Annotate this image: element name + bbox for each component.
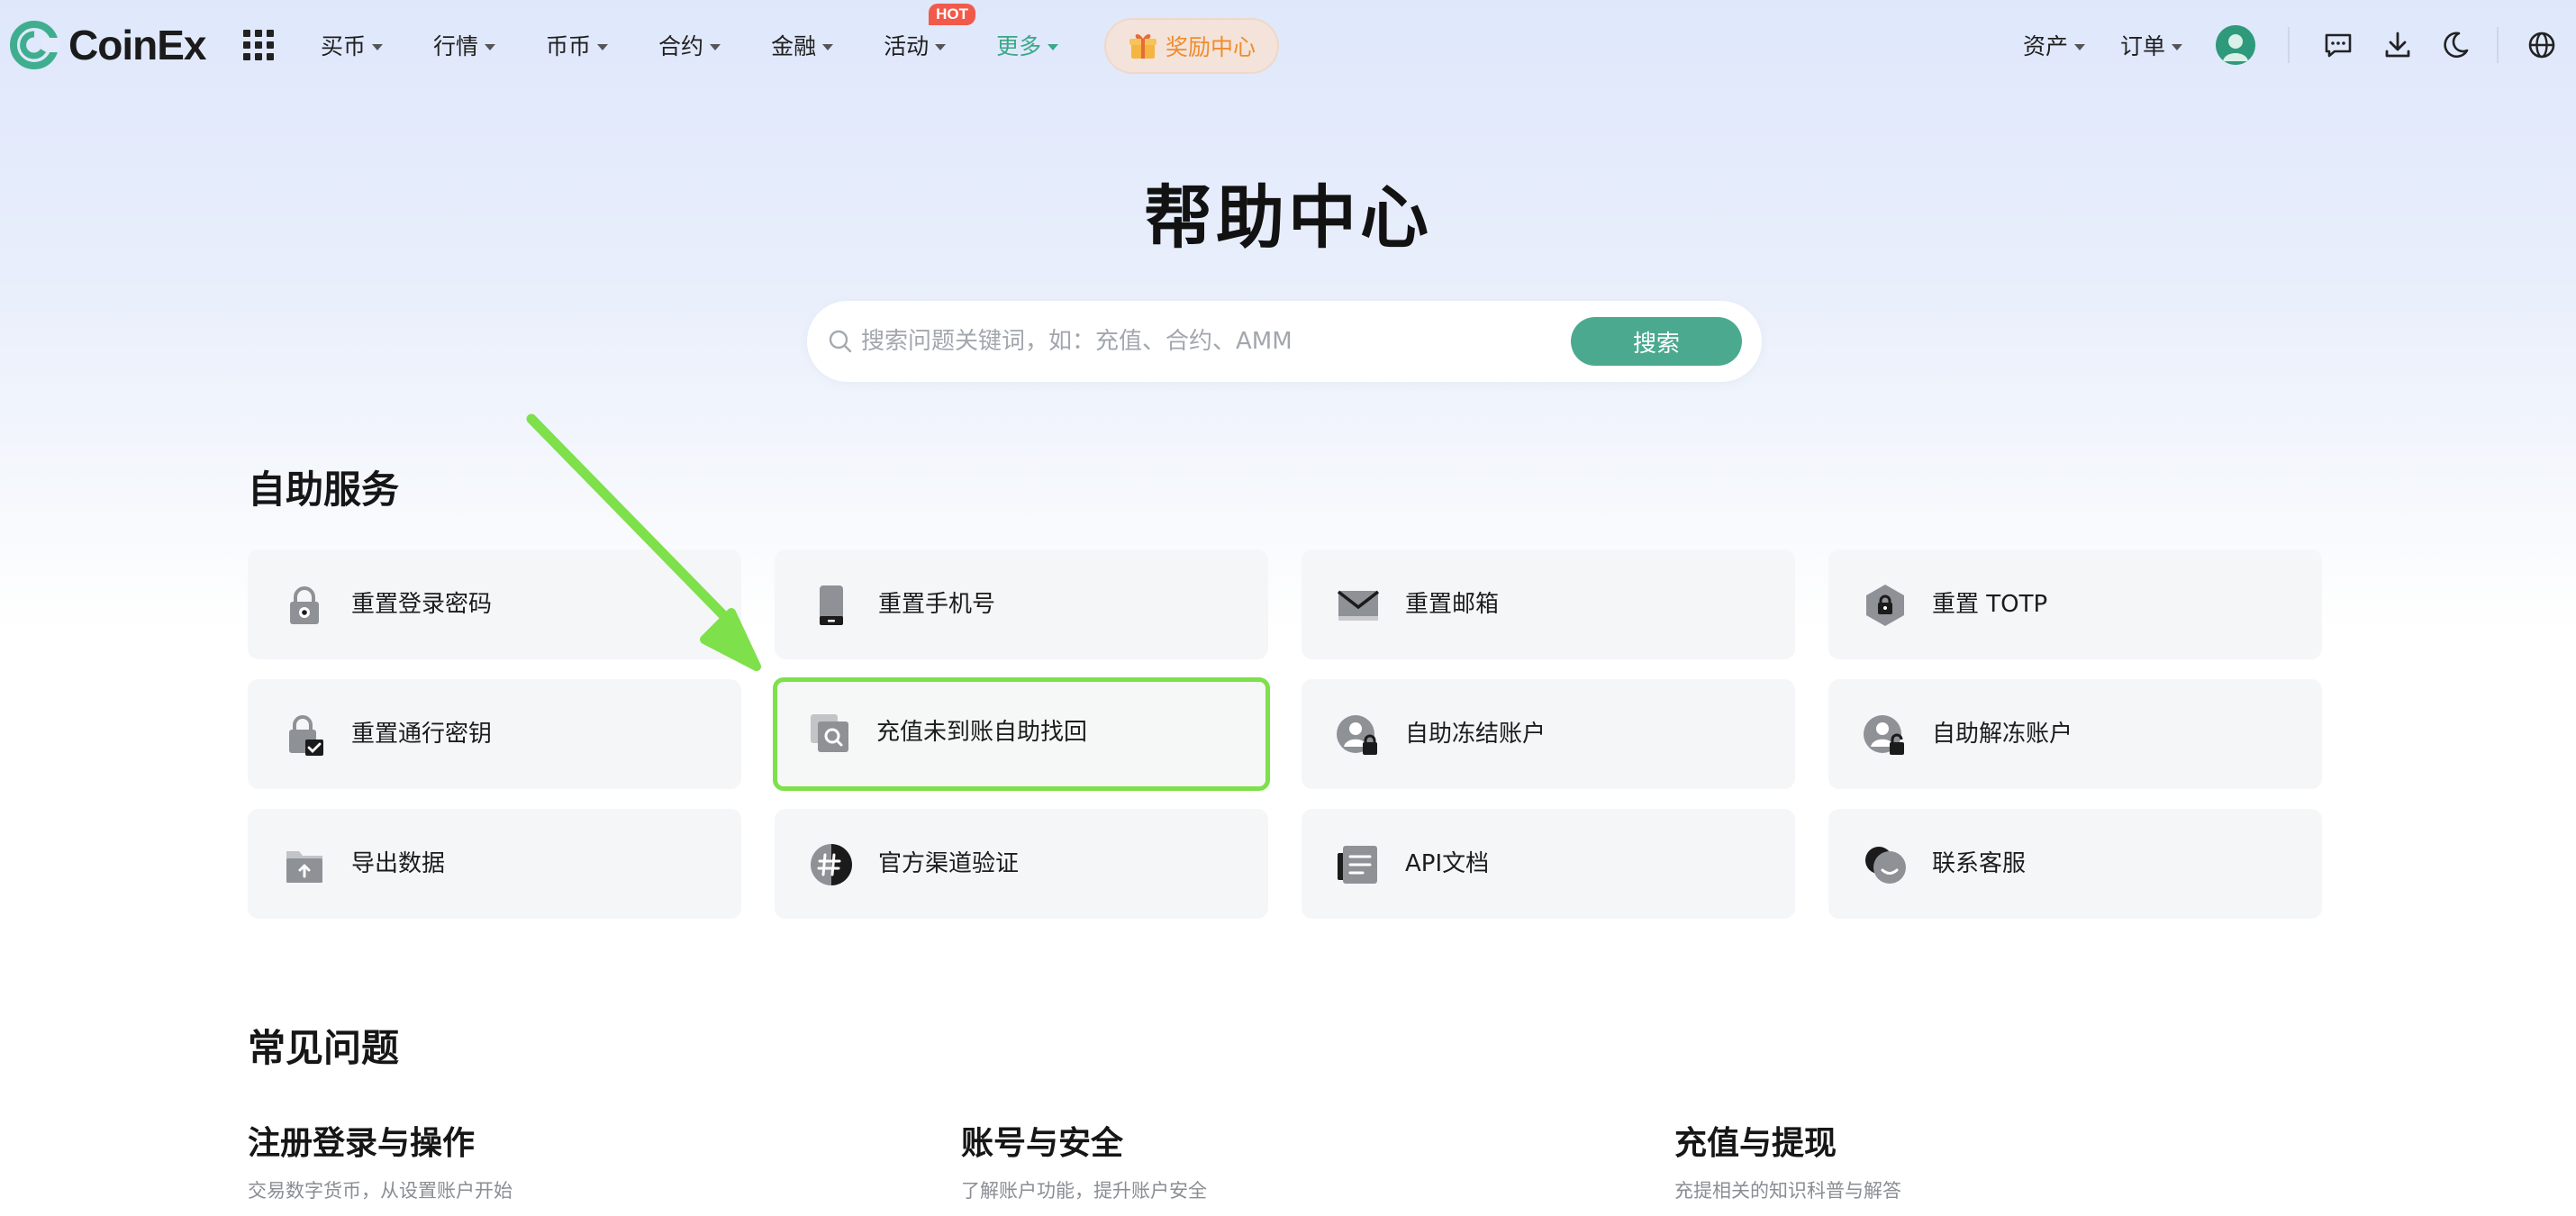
gift-icon: [1129, 34, 1156, 59]
nav-label: 更多: [996, 33, 1042, 59]
nav-label: 活动: [884, 33, 930, 59]
verify-channel-icon: [811, 844, 852, 885]
passkey-icon: [289, 715, 323, 756]
chat-support-icon: [1865, 847, 1906, 884]
card-contact-support[interactable]: 联系客服: [1828, 809, 2322, 919]
reward-center-button[interactable]: 奖励中心: [1104, 18, 1279, 74]
chevron-down-icon: [710, 43, 721, 50]
nav-activities[interactable]: 活动 HOT: [884, 4, 975, 61]
card-export-data[interactable]: 导出数据: [248, 809, 741, 919]
faq-category-register[interactable]: 注册登录与操作 交易数字货币，从设置账户开始: [248, 1117, 512, 1203]
chevron-down-icon: [1048, 43, 1059, 50]
assets-menu[interactable]: 资产: [2023, 0, 2086, 90]
lock-icon: [290, 586, 319, 624]
card-reset-phone[interactable]: 重置手机号: [775, 549, 1268, 659]
page-title: 帮助中心: [1144, 177, 1432, 258]
deposit-search-icon: [811, 714, 848, 752]
coinex-logo[interactable]: CoinEx: [9, 16, 206, 74]
coinex-logo-icon: [10, 21, 59, 69]
orders-label: 订单: [2120, 33, 2166, 59]
apps-grid-icon[interactable]: [243, 30, 274, 60]
card-label: 自助冻结账户: [1405, 721, 1547, 748]
self-service-title: 自助服务: [248, 467, 400, 512]
card-label: 重置邮箱: [1405, 591, 1500, 618]
reward-center-label: 奖励中心: [1165, 34, 1256, 60]
card-label: 充值未到账自助找回: [876, 719, 1088, 746]
card-verify-official-channel[interactable]: 官方渠道验证: [775, 809, 1268, 919]
card-label: 联系客服: [1932, 850, 2027, 877]
nav-more[interactable]: 更多: [996, 29, 1059, 61]
moon-icon[interactable]: [2439, 29, 2472, 61]
search-bar: 搜索: [807, 301, 1762, 382]
nav-label: 金融: [771, 33, 817, 59]
faq-category-title: 账号与安全: [961, 1125, 1124, 1162]
card-freeze-account[interactable]: 自助冻结账户: [1302, 679, 1795, 789]
nav-markets[interactable]: 行情: [433, 29, 496, 61]
chevron-down-icon: [2172, 43, 2183, 50]
search-button[interactable]: 搜索: [1571, 317, 1742, 366]
phone-icon: [820, 585, 843, 625]
header-divider: [2288, 27, 2290, 63]
search-icon: [829, 330, 852, 353]
faq-category-title: 充值与提现: [1674, 1125, 1837, 1162]
faq-category-security[interactable]: 账号与安全 了解账户功能，提升账户安全: [961, 1117, 1207, 1203]
faq-category-subtitle: 交易数字货币，从设置账户开始: [248, 1180, 512, 1202]
download-icon[interactable]: [2381, 29, 2414, 61]
search-input[interactable]: [861, 301, 1564, 382]
card-label: 重置手机号: [878, 591, 996, 618]
user-unlock-icon: [1864, 715, 1904, 755]
card-reset-login-password[interactable]: 重置登录密码: [248, 549, 741, 659]
faq-category-subtitle: 充提相关的知识科普与解答: [1674, 1180, 1901, 1202]
chevron-down-icon: [935, 43, 947, 50]
orders-menu[interactable]: 订单: [2120, 0, 2183, 90]
nav-spot[interactable]: 币币: [546, 29, 609, 61]
card-reset-passkey[interactable]: 重置通行密钥: [248, 679, 741, 789]
nav-finance[interactable]: 金融: [771, 29, 834, 61]
card-reset-email[interactable]: 重置邮箱: [1302, 549, 1795, 659]
card-label: 重置 TOTP: [1932, 591, 2048, 618]
card-unfreeze-account[interactable]: 自助解冻账户: [1828, 679, 2322, 789]
faq-category-title: 注册登录与操作: [248, 1125, 476, 1162]
faq-category-deposit-withdraw[interactable]: 充值与提现 充提相关的知识科普与解答: [1674, 1117, 1901, 1203]
globe-icon[interactable]: [2526, 29, 2558, 61]
nav-label: 币币: [546, 33, 592, 59]
nav-futures[interactable]: 合约: [658, 29, 721, 61]
nav-label: 买币: [321, 33, 367, 59]
folder-export-icon: [286, 851, 322, 883]
hot-badge: HOT: [929, 4, 975, 25]
avatar[interactable]: [2216, 25, 2255, 65]
logo-text: CoinEx: [68, 22, 206, 68]
chevron-down-icon: [822, 43, 834, 50]
faq-title: 常见问题: [248, 1026, 400, 1070]
card-api-docs[interactable]: API文档: [1302, 809, 1795, 919]
card-label: 自助解冻账户: [1932, 721, 2073, 748]
user-lock-icon: [1337, 715, 1377, 755]
avatar-icon: [2216, 25, 2255, 65]
chevron-down-icon: [597, 43, 609, 50]
chevron-down-icon: [2074, 43, 2086, 50]
nav-label: 合约: [658, 33, 704, 59]
assets-label: 资产: [2023, 33, 2069, 59]
card-label: 重置登录密码: [351, 591, 493, 618]
message-icon[interactable]: [2322, 29, 2354, 61]
card-label: API文档: [1405, 850, 1490, 877]
nav-label: 行情: [433, 33, 479, 59]
chevron-down-icon: [485, 43, 496, 50]
chevron-down-icon: [372, 43, 384, 50]
main-nav: 买币 行情 币币 合约 金融 活动 HOT 更多: [321, 0, 1059, 90]
mail-icon: [1337, 590, 1380, 621]
card-label: 导出数据: [351, 850, 446, 877]
card-reset-totp[interactable]: 重置 TOTP: [1828, 549, 2322, 659]
api-doc-icon: [1338, 846, 1377, 884]
shield-lock-icon: [1866, 585, 1904, 626]
card-label: 重置通行密钥: [351, 721, 493, 748]
card-deposit-recovery[interactable]: 充值未到账自助找回: [773, 677, 1270, 791]
nav-buy-crypto[interactable]: 买币: [321, 29, 384, 61]
card-label: 官方渠道验证: [878, 850, 1020, 877]
top-header: CoinEx 买币 行情 币币 合约 金融 活动 HOT 更多 奖励中心 资产 …: [0, 0, 2576, 90]
header-divider: [2497, 27, 2499, 63]
faq-category-subtitle: 了解账户功能，提升账户安全: [961, 1180, 1207, 1202]
